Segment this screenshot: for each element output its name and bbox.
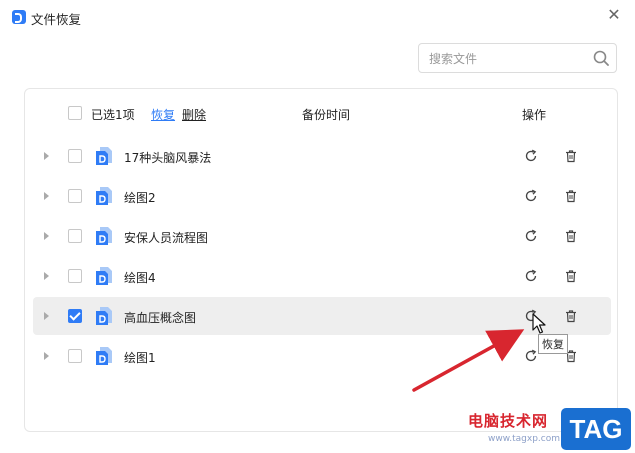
watermark-site-name: 电脑技术网 — [468, 412, 549, 430]
refresh-icon[interactable] — [524, 189, 538, 203]
document-icon — [96, 227, 112, 245]
file-name: 17种头脑风暴法 — [124, 151, 212, 165]
row-checkbox[interactable] — [68, 349, 82, 363]
selected-count: 已选1项 — [91, 108, 135, 122]
select-all-checkbox[interactable] — [68, 106, 82, 120]
document-icon — [96, 267, 112, 285]
chevron-right-icon[interactable] — [44, 232, 49, 240]
chevron-right-icon[interactable] — [44, 192, 49, 200]
restore-tooltip: 恢复 — [538, 334, 568, 354]
window-title: 文件恢复 — [31, 12, 82, 27]
chevron-right-icon[interactable] — [44, 272, 49, 280]
search-box[interactable] — [418, 43, 617, 73]
file-row[interactable]: 绘图2 — [33, 177, 611, 215]
list-header: 已选1项 恢复 删除 备份时间 操作 — [25, 103, 617, 125]
refresh-icon[interactable] — [524, 269, 538, 283]
chevron-right-icon[interactable] — [44, 152, 49, 160]
document-icon — [96, 187, 112, 205]
trash-icon[interactable] — [564, 149, 578, 163]
file-name: 绘图2 — [124, 191, 156, 205]
mouse-cursor-icon — [532, 313, 546, 334]
file-name: 安保人员流程图 — [124, 231, 209, 245]
search-input[interactable] — [427, 49, 591, 69]
watermark-url: www.tagxp.com — [488, 434, 560, 444]
tag-logo: TAG — [561, 408, 631, 450]
close-button[interactable]: ✕ — [605, 6, 623, 24]
column-header-backup-time: 备份时间 — [302, 108, 351, 122]
search-icon[interactable] — [593, 50, 609, 66]
trash-icon[interactable] — [564, 309, 578, 323]
batch-delete-link[interactable]: 删除 — [182, 106, 206, 123]
file-row[interactable]: 绘图4 — [33, 257, 611, 295]
refresh-icon[interactable] — [524, 349, 538, 363]
document-icon — [96, 147, 112, 165]
chevron-right-icon[interactable] — [44, 312, 49, 320]
row-checkbox[interactable] — [68, 229, 82, 243]
file-row[interactable]: 绘图1 — [33, 337, 611, 375]
file-row[interactable]: 高血压概念图 — [33, 297, 611, 335]
file-name: 绘图4 — [124, 271, 156, 285]
row-checkbox[interactable] — [68, 149, 82, 163]
file-row[interactable]: 安保人员流程图 — [33, 217, 611, 255]
trash-icon[interactable] — [564, 269, 578, 283]
title-bar: 文件恢复 ✕ — [0, 0, 635, 34]
refresh-icon[interactable] — [524, 229, 538, 243]
row-checkbox[interactable] — [68, 269, 82, 283]
file-name: 高血压概念图 — [124, 311, 197, 325]
trash-icon[interactable] — [564, 189, 578, 203]
file-list-panel: 已选1项 恢复 删除 备份时间 操作 17种头脑风暴法 绘图2 安保人员流程图 … — [24, 88, 618, 432]
document-icon — [96, 307, 112, 325]
file-name: 绘图1 — [124, 351, 156, 365]
document-icon — [96, 347, 112, 365]
refresh-icon[interactable] — [524, 149, 538, 163]
row-checkbox[interactable] — [68, 189, 82, 203]
column-header-actions: 操作 — [522, 108, 547, 122]
chevron-right-icon[interactable] — [44, 352, 49, 360]
batch-restore-link[interactable]: 恢复 — [151, 106, 175, 123]
row-checkbox[interactable] — [68, 309, 82, 323]
app-logo-icon — [12, 10, 26, 24]
file-row[interactable]: 17种头脑风暴法 — [33, 137, 611, 175]
trash-icon[interactable] — [564, 229, 578, 243]
